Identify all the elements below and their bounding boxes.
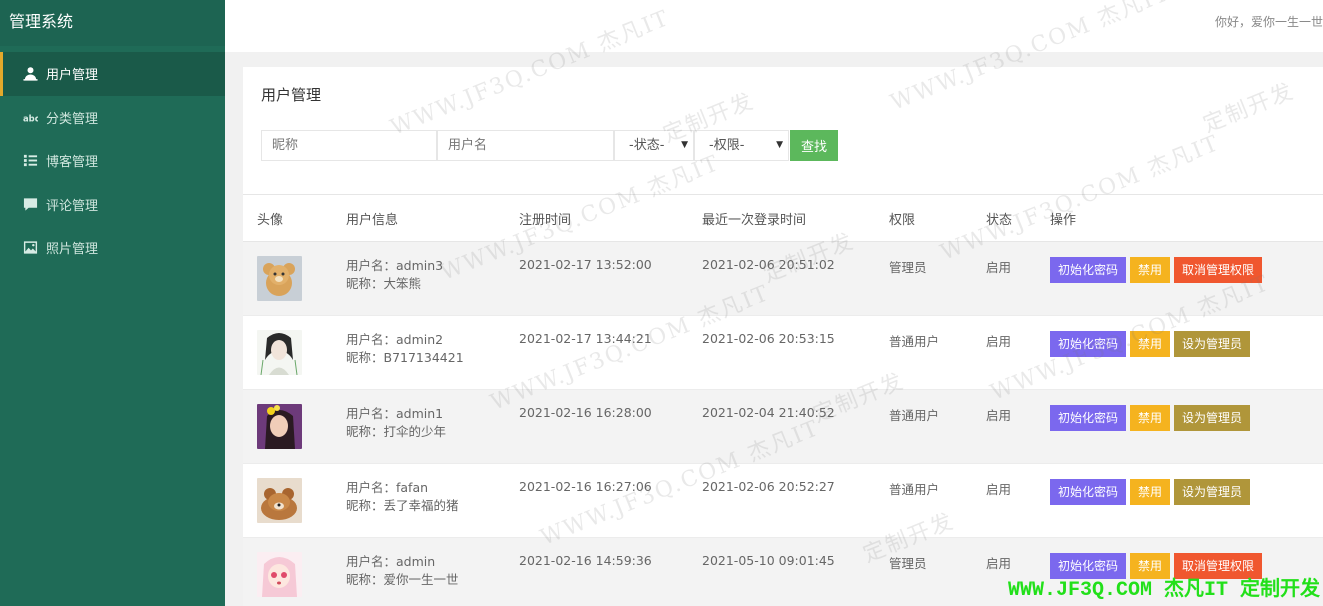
sidebar-nav: 用户管理 abc 分类管理 博客管理 评论管理 照片管理 [0, 52, 225, 270]
sidebar-item-users[interactable]: 用户管理 [0, 52, 225, 96]
user-greeting[interactable]: 你好，爱你一生一世 [1215, 13, 1323, 30]
nickname-input[interactable] [261, 130, 437, 161]
sidebar-item-photos[interactable]: 照片管理 [0, 226, 225, 270]
last-login-time: 2021-02-06 20:51:02 [702, 257, 835, 272]
column-header: 状态 [986, 212, 1013, 228]
username-text: 用户名：fafan [346, 480, 429, 495]
avatar [257, 256, 302, 301]
registered-time: 2021-02-16 16:27:06 [519, 479, 652, 494]
avatar [257, 478, 302, 523]
role-text: 普通用户 [889, 334, 940, 349]
make-admin-button[interactable]: 设为管理员 [1174, 331, 1251, 357]
sidebar-item-label: 评论管理 [46, 198, 99, 214]
table-row: 用户名：admin2 昵称：B717134421 2021-02-17 13:4… [243, 316, 1323, 390]
role-text: 管理员 [889, 556, 927, 571]
last-login-time: 2021-02-06 20:52:27 [702, 479, 835, 494]
username-text: 用户名：admin3 [346, 258, 444, 273]
user-table: 头像 用户信息 注册时间 最近一次登录时间 权限 状态 操作 用户名：admin… [243, 194, 1323, 606]
search-button[interactable]: 查找 [790, 130, 838, 161]
table-row: 用户名：fafan 昵称：丢了幸福的猪 2021-02-16 16:27:06 … [243, 464, 1323, 538]
reset-password-button[interactable]: 初始化密码 [1050, 479, 1127, 505]
username-text: 用户名：admin [346, 554, 436, 569]
role-select[interactable]: -权限- ▼ [694, 130, 789, 161]
status-text: 启用 [986, 482, 1012, 497]
reset-password-button[interactable]: 初始化密码 [1050, 405, 1127, 431]
chevron-down-icon: ▼ [776, 140, 783, 150]
column-header: 头像 [257, 212, 284, 228]
watermark-banner: WWW.JF3Q.COM 杰凡IT 定制开发 [1007, 579, 1320, 602]
user-icon [22, 66, 38, 82]
registered-time: 2021-02-17 13:52:00 [519, 257, 652, 272]
column-header: 权限 [889, 212, 916, 228]
username-text: 用户名：admin2 [346, 332, 444, 347]
table-row: 用户名：admin3 昵称：大笨熊 2021-02-17 13:52:00 20… [243, 242, 1323, 316]
table-header: 头像 用户信息 注册时间 最近一次登录时间 权限 状态 操作 [243, 195, 1323, 242]
registered-time: 2021-02-16 14:59:36 [519, 553, 652, 568]
reset-password-button[interactable]: 初始化密码 [1050, 331, 1127, 357]
nickname-text: 昵称：爱你一生一世 [346, 572, 459, 587]
sidebar-item-blogs[interactable]: 博客管理 [0, 139, 225, 183]
column-header: 用户信息 [346, 212, 399, 228]
sidebar-item-label: 照片管理 [46, 242, 99, 258]
avatar [257, 404, 302, 449]
reset-password-button[interactable]: 初始化密码 [1050, 257, 1127, 283]
nickname-text: 昵称：B717134421 [346, 350, 464, 365]
last-login-time: 2021-02-06 20:53:15 [702, 331, 835, 346]
sidebar: 管理系统 用户管理 abc 分类管理 博客管理 评论管理 [0, 0, 225, 606]
top-bar: 你好，爱你一生一世 [225, 0, 1323, 52]
avatar [257, 330, 302, 375]
status-text: 启用 [986, 408, 1012, 423]
row-actions: 初始化密码 禁用 设为管理员 [1050, 316, 1323, 389]
sidebar-item-label: 博客管理 [46, 155, 99, 171]
comment-icon [22, 196, 38, 212]
status-select-value: -状态- [629, 138, 665, 153]
sidebar-item-label: 用户管理 [46, 68, 99, 84]
filter-bar: -状态- ▼ -权限- ▼ 查找 [261, 130, 838, 161]
app-title: 管理系统 [0, 0, 225, 46]
user-management-panel: 用户管理 -状态- ▼ -权限- ▼ 查找 头像 用户信息 注册时间 最近一次登… [243, 67, 1323, 606]
make-admin-button[interactable]: 设为管理员 [1174, 479, 1251, 505]
disable-button[interactable]: 禁用 [1130, 479, 1171, 505]
nickname-text: 昵称：大笨熊 [346, 276, 422, 291]
make-admin-button[interactable]: 设为管理员 [1174, 405, 1251, 431]
registered-time: 2021-02-16 16:28:00 [519, 405, 652, 420]
status-text: 启用 [986, 260, 1012, 275]
column-header: 操作 [1050, 212, 1077, 228]
role-text: 普通用户 [889, 482, 940, 497]
status-text: 启用 [986, 334, 1012, 349]
role-text: 管理员 [889, 260, 927, 275]
list-icon [22, 153, 38, 169]
registered-time: 2021-02-17 13:44:21 [519, 331, 652, 346]
last-login-time: 2021-05-10 09:01:45 [702, 553, 835, 568]
status-select[interactable]: -状态- ▼ [614, 130, 694, 161]
role-select-value: -权限- [709, 138, 745, 153]
column-header: 注册时间 [519, 212, 572, 228]
row-actions: 初始化密码 禁用 设为管理员 [1050, 390, 1323, 463]
chevron-down-icon: ▼ [681, 140, 688, 150]
page-title: 用户管理 [261, 86, 322, 104]
avatar [257, 552, 302, 597]
sidebar-item-comments[interactable]: 评论管理 [0, 183, 225, 227]
sidebar-item-label: 分类管理 [46, 111, 99, 127]
svg-text:abc: abc [23, 113, 38, 123]
username-text: 用户名：admin1 [346, 406, 444, 421]
nickname-text: 昵称：丢了幸福的猪 [346, 498, 459, 513]
row-actions: 初始化密码 禁用 取消管理权限 [1050, 242, 1323, 315]
username-input[interactable] [437, 130, 614, 161]
table-row: 用户名：admin1 昵称：打伞的少年 2021-02-16 16:28:00 … [243, 390, 1323, 464]
column-header: 最近一次登录时间 [702, 212, 807, 228]
role-text: 普通用户 [889, 408, 940, 423]
disable-button[interactable]: 禁用 [1130, 405, 1171, 431]
sidebar-item-categories[interactable]: abc 分类管理 [0, 96, 225, 140]
disable-button[interactable]: 禁用 [1130, 331, 1171, 357]
image-icon [22, 240, 38, 256]
last-login-time: 2021-02-04 21:40:52 [702, 405, 835, 420]
revoke-admin-button[interactable]: 取消管理权限 [1174, 257, 1263, 283]
abc-icon: abc [22, 109, 38, 125]
row-actions: 初始化密码 禁用 设为管理员 [1050, 464, 1323, 537]
disable-button[interactable]: 禁用 [1130, 257, 1171, 283]
nickname-text: 昵称：打伞的少年 [346, 424, 447, 439]
